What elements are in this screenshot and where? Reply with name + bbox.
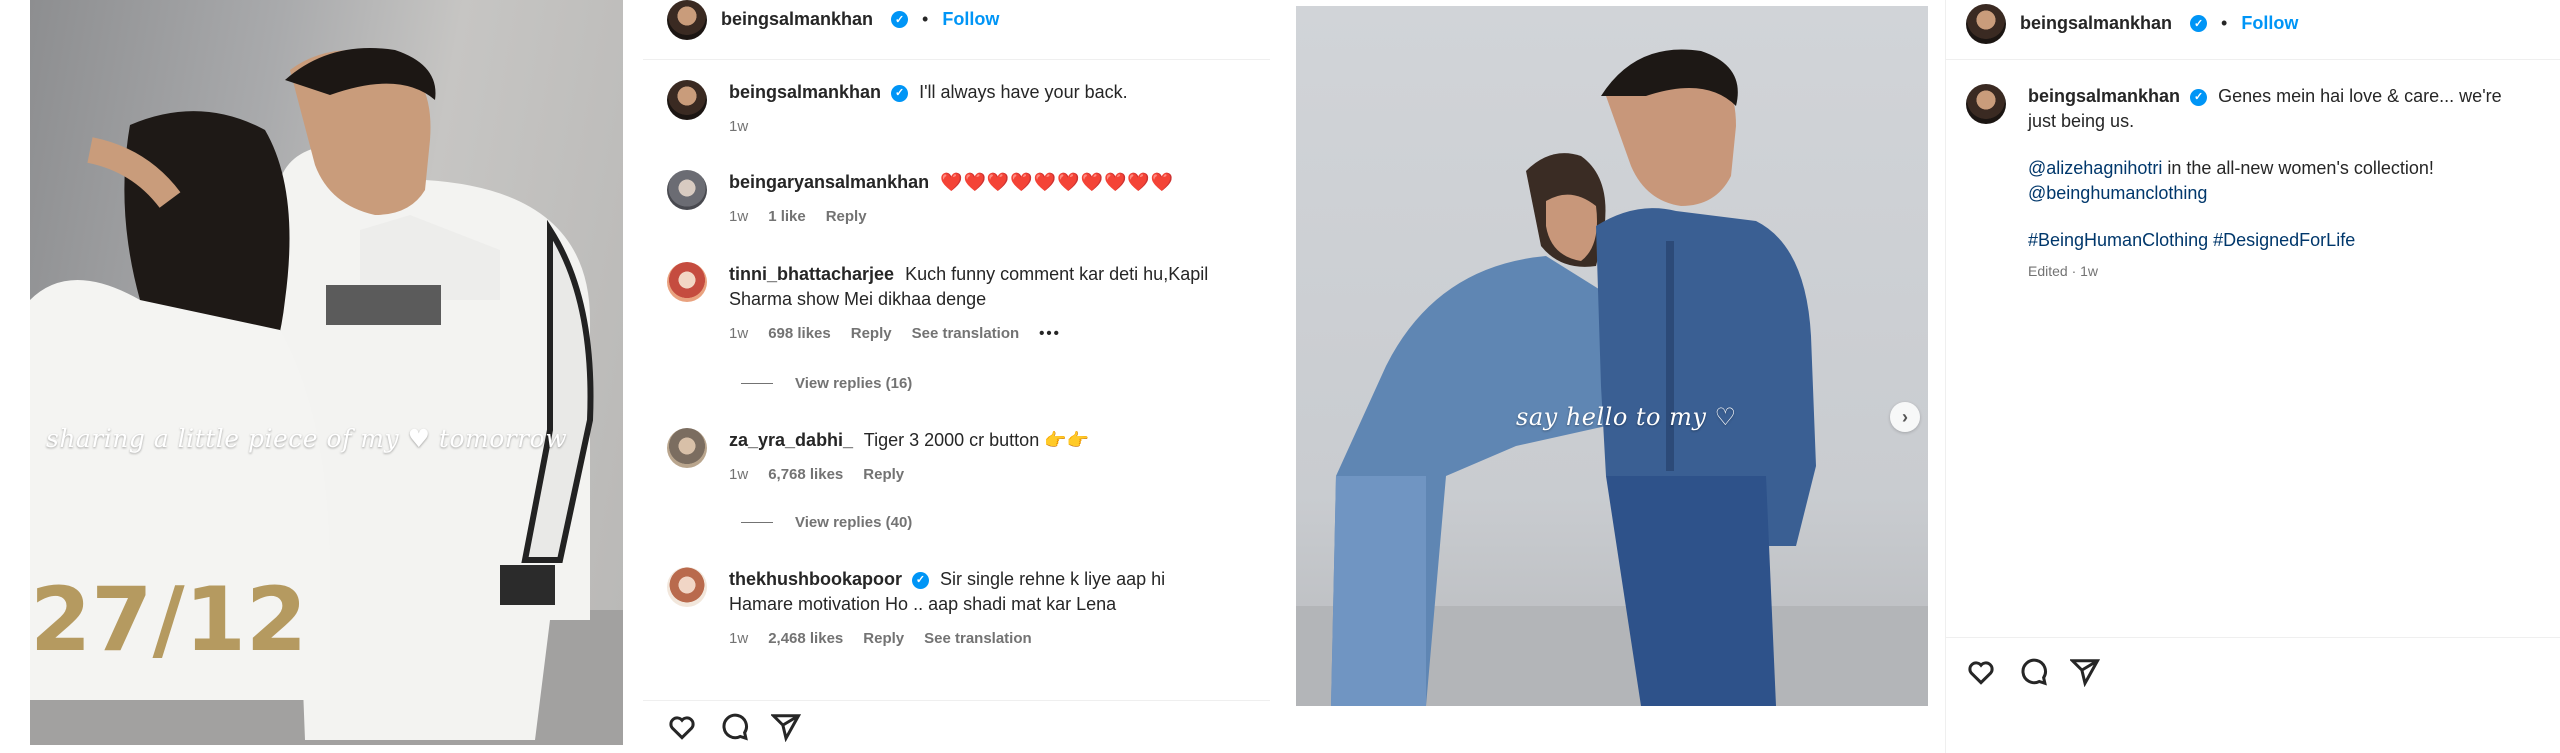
photo-overlay-caption: say hello to my ♡ [1516,403,1737,431]
comment-username[interactable]: thekhushbookapoor [729,569,902,589]
comment-likes[interactable]: 6,768 likes [768,462,843,487]
comments-list: beingsalmankhan ✓ I'll always have your b… [643,60,1270,685]
post-header: beingsalmankhan ✓ • Follow [1946,0,2560,60]
avatar[interactable] [667,567,707,607]
comment-likes[interactable]: 1 like [768,204,806,229]
list-item: thekhushbookapoor ✓ Sir single rehne k li… [643,567,1270,651]
view-replies-label: View replies (40) [795,514,913,531]
see-translation-button[interactable]: See translation [912,321,1020,346]
follow-button[interactable]: Follow [2241,13,2298,34]
caption-area: beingsalmankhan ✓ Genes mein hai love & c… [1946,60,2560,638]
post-1-photo[interactable]: 27/12 sharing a little piece of my ♥ tom… [30,0,623,745]
mention-text: in the all-new women's collection! [2162,158,2434,178]
post-header: beingsalmankhan ✓ • Follow [643,0,1270,60]
view-replies-button[interactable]: View replies (16) [741,375,912,392]
share-icon[interactable] [771,712,801,742]
post-1-photo-art: 27/12 [30,48,623,745]
mention-link[interactable]: @alizehagnihotri [2028,158,2162,178]
separator: • [2221,13,2228,33]
list-item: za_yra_dabhi_ Tiger 3 2000 cr button 👉👉 … [643,428,1270,487]
post-2-side-panel: beingsalmankhan ✓ • Follow beingsalmankh… [1945,0,2560,753]
avatar[interactable] [1966,3,2006,44]
header-username[interactable]: beingsalmankhan [2020,13,2172,34]
reply-button[interactable]: Reply [851,321,892,346]
reply-button[interactable]: Reply [863,626,904,651]
list-item: tinni_bhattacharjee Kuch funny comment k… [643,262,1270,346]
hashtags[interactable]: #BeingHumanClothing #DesignedForLife [2028,230,2355,250]
comment-likes[interactable]: 2,468 likes [768,626,843,651]
share-icon[interactable] [2070,657,2100,687]
heart-icon[interactable] [1966,657,1996,687]
divider [741,522,773,523]
avatar[interactable] [667,428,707,468]
avatar[interactable] [667,262,707,302]
svg-text:27/12: 27/12 [30,568,307,671]
comment-username[interactable]: za_yra_dabhi_ [729,430,853,450]
header-username[interactable]: beingsalmankhan [721,9,873,30]
post-2: say hello to my ♡ › beingsalmankhan ✓ • … [1290,0,2560,753]
reply-button[interactable]: Reply [826,204,867,229]
edited-time: Edited · 1w [2028,263,2099,279]
reply-button[interactable]: Reply [863,462,904,487]
caption-username[interactable]: beingsalmankhan [2028,86,2180,106]
comment-icon[interactable] [2018,657,2048,687]
post-2-photo[interactable]: say hello to my ♡ › [1296,6,1928,706]
mention-link[interactable]: @beinghumanclothing [2028,183,2207,203]
view-replies-label: View replies (16) [795,375,913,392]
comment-text: Tiger 3 2000 cr button 👉👉 [863,430,1090,450]
list-item: beingaryansalmankhan ❤️❤️❤️❤️❤️❤️❤️❤️❤️❤… [643,170,1270,229]
avatar[interactable] [667,80,707,120]
heart-icon[interactable] [667,712,697,742]
caption-comment: beingsalmankhan ✓ I'll always have your b… [643,80,1270,139]
comment-time[interactable]: 1w [729,204,748,229]
comment-username[interactable]: tinni_bhattacharjee [729,264,894,284]
comment-time[interactable]: 1w [729,321,748,346]
avatar[interactable] [667,0,707,40]
divider [741,383,773,384]
see-translation-button[interactable]: See translation [924,626,1032,651]
verified-icon: ✓ [2190,15,2208,32]
photo-overlay-caption: sharing a little piece of my ♥ tomorrow [46,424,568,453]
avatar[interactable] [667,170,707,210]
post-1-side-panel: beingsalmankhan ✓ • Follow beingsalmankh… [643,0,1270,753]
comment-icon[interactable] [719,712,749,742]
comment-text: ❤️❤️❤️❤️❤️❤️❤️❤️❤️❤️ [940,172,1175,192]
comment-time[interactable]: 1w [729,626,748,651]
post-1: 27/12 sharing a little piece of my ♥ tom… [0,0,1290,753]
avatar[interactable] [1966,84,2006,124]
chevron-right-icon[interactable]: › [1890,402,1920,432]
post-actions [643,700,1270,753]
caption-time[interactable]: 1w [729,114,748,139]
follow-button[interactable]: Follow [942,9,999,30]
caption-username[interactable]: beingsalmankhan [729,82,881,102]
more-options-icon[interactable]: ••• [1039,321,1061,346]
caption-comment: beingsalmankhan ✓ Genes mein hai love & c… [1946,84,2560,284]
post-actions [1946,650,2560,694]
view-replies-button[interactable]: View replies (40) [741,514,912,531]
verified-icon: ✓ [912,571,930,589]
verified-icon: ✓ [891,11,909,28]
comment-time[interactable]: 1w [729,462,748,487]
comment-username[interactable]: beingaryansalmankhan [729,172,929,192]
verified-icon: ✓ [891,84,909,102]
comment-likes[interactable]: 698 likes [768,321,831,346]
verified-icon: ✓ [2190,88,2208,106]
post-2-photo-art [1296,49,1928,706]
separator: • [922,9,929,29]
caption-text: I'll always have your back. [919,82,1128,102]
